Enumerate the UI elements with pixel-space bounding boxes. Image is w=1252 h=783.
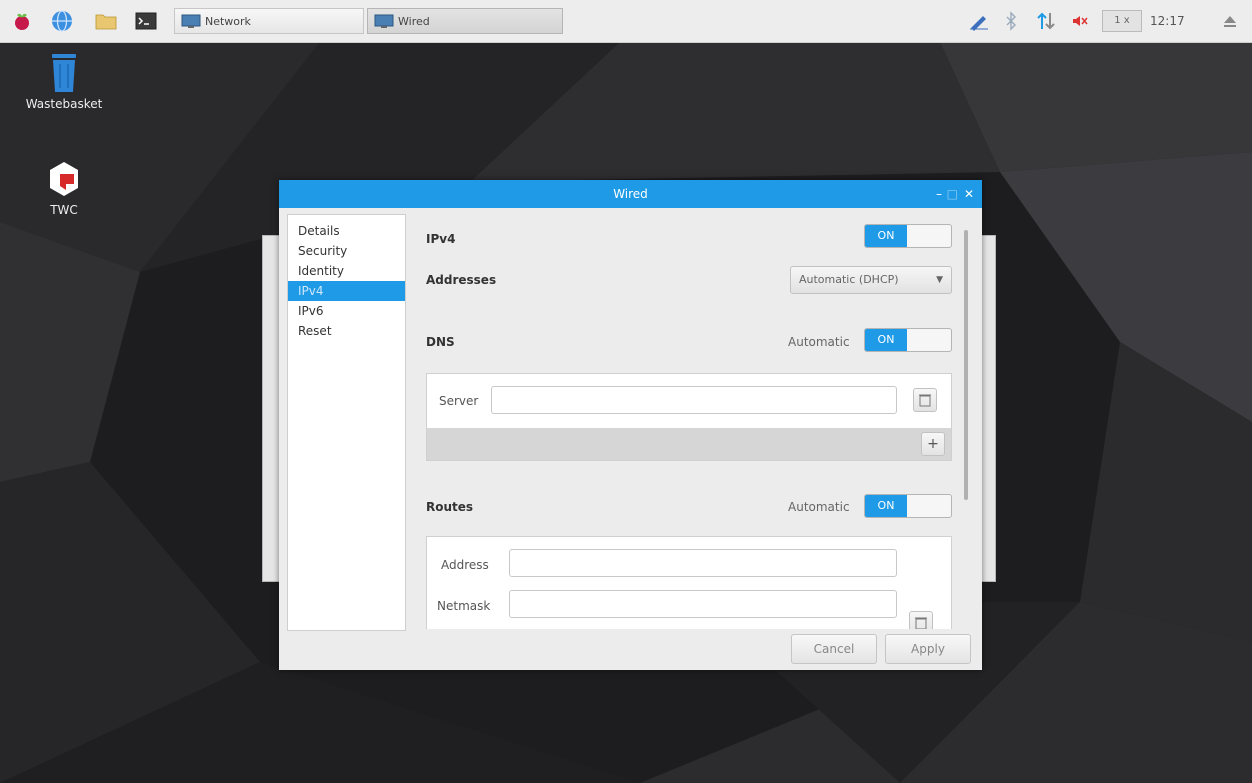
route-netmask-input[interactable] bbox=[509, 590, 897, 618]
terminal-icon[interactable] bbox=[134, 9, 158, 33]
routes-toggle-on: ON bbox=[865, 495, 907, 517]
wastebasket-icon bbox=[52, 54, 76, 92]
dialog-title: Wired bbox=[613, 187, 648, 201]
netmask-label: Netmask bbox=[437, 599, 491, 613]
desktop-icon-twc[interactable]: TWC bbox=[24, 160, 104, 217]
ipv4-settings-pane: IPv4 ON Addresses Automatic (DHCP) ▼ DNS… bbox=[412, 214, 952, 629]
addresses-dropdown-value: Automatic (DHCP) bbox=[799, 273, 899, 286]
delete-route-button[interactable] bbox=[909, 611, 933, 629]
chevron-down-icon: ▼ bbox=[936, 275, 943, 285]
routes-automatic-label: Automatic bbox=[788, 500, 850, 514]
volume-muted-icon[interactable] bbox=[1070, 11, 1090, 31]
ipv4-label: IPv4 bbox=[426, 232, 456, 246]
twc-label: TWC bbox=[50, 203, 78, 217]
wired-window-icon bbox=[374, 14, 394, 28]
scrollbar-thumb[interactable] bbox=[964, 230, 968, 500]
network-arrows-icon[interactable] bbox=[1036, 11, 1056, 31]
settings-sidebar: Details Security Identity IPv4 IPv6 Rese… bbox=[287, 214, 406, 631]
taskbar-wired-label: Wired bbox=[398, 14, 430, 28]
close-icon[interactable]: ✕ bbox=[964, 180, 974, 208]
content-scrollbar[interactable] bbox=[960, 214, 972, 629]
ipv4-toggle-on: ON bbox=[865, 225, 907, 247]
dns-label: DNS bbox=[426, 335, 455, 349]
cancel-button[interactable]: Cancel bbox=[791, 634, 877, 664]
trash-icon bbox=[919, 394, 931, 407]
sidebar-item-ipv6[interactable]: IPv6 bbox=[288, 301, 405, 321]
network-window-icon bbox=[181, 14, 201, 28]
sidebar-item-details[interactable]: Details bbox=[288, 221, 405, 241]
routes-box: Address Netmask bbox=[426, 536, 952, 629]
sidebar-item-ipv4[interactable]: IPv4 bbox=[288, 281, 405, 301]
add-dns-server-button[interactable]: + bbox=[921, 432, 945, 456]
dns-add-bar: + bbox=[427, 428, 951, 460]
server-input[interactable] bbox=[491, 386, 897, 414]
sidebar-item-security[interactable]: Security bbox=[288, 241, 405, 261]
file-manager-icon[interactable] bbox=[94, 9, 118, 33]
addresses-dropdown[interactable]: Automatic (DHCP) ▼ bbox=[790, 266, 952, 294]
address-label: Address bbox=[441, 558, 489, 572]
clock[interactable]: 12:17 bbox=[1150, 11, 1185, 31]
dns-automatic-toggle[interactable]: ON bbox=[864, 328, 952, 352]
top-panel: Network Wired 1 x 12:17 bbox=[0, 0, 1252, 43]
twc-app-icon bbox=[50, 162, 78, 196]
server-label: Server bbox=[439, 394, 479, 408]
bluetooth-icon[interactable] bbox=[1004, 11, 1018, 31]
ipv4-toggle[interactable]: ON bbox=[864, 224, 952, 248]
dns-toggle-on: ON bbox=[865, 329, 907, 351]
routes-automatic-toggle[interactable]: ON bbox=[864, 494, 952, 518]
taskbar-network-label: Network bbox=[205, 14, 251, 28]
taskbar-wired-button[interactable]: Wired bbox=[367, 8, 563, 34]
browser-globe-icon[interactable] bbox=[50, 9, 74, 33]
taskbar-network-button[interactable]: Network bbox=[174, 8, 364, 34]
apply-button[interactable]: Apply bbox=[885, 634, 971, 664]
trash-icon bbox=[915, 617, 927, 629]
sidebar-item-identity[interactable]: Identity bbox=[288, 261, 405, 281]
addresses-label: Addresses bbox=[426, 273, 497, 287]
delete-server-button[interactable] bbox=[913, 388, 937, 412]
desktop-icon-wastebasket[interactable]: Wastebasket bbox=[24, 50, 104, 111]
sidebar-item-reset[interactable]: Reset bbox=[288, 321, 405, 341]
pen-tool-icon[interactable] bbox=[968, 11, 990, 31]
cpu-monitor[interactable]: 1 x bbox=[1102, 10, 1142, 32]
minimize-icon[interactable]: – bbox=[936, 180, 942, 208]
wastebasket-label: Wastebasket bbox=[25, 97, 103, 111]
maximize-icon[interactable]: □ bbox=[947, 180, 958, 208]
wired-settings-dialog: Wired – □ ✕ Details Security Identity IP… bbox=[279, 180, 982, 670]
dns-server-box: Server + bbox=[426, 373, 952, 461]
dialog-titlebar[interactable]: Wired – □ ✕ bbox=[279, 180, 982, 208]
eject-icon[interactable] bbox=[1222, 11, 1238, 31]
dns-automatic-label: Automatic bbox=[788, 335, 850, 349]
route-address-input[interactable] bbox=[509, 549, 897, 577]
routes-label: Routes bbox=[426, 500, 474, 514]
raspberry-menu-icon[interactable] bbox=[10, 9, 34, 33]
